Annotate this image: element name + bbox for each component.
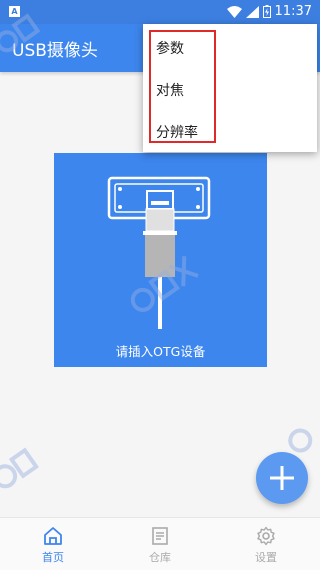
usb-plug-icon	[107, 176, 211, 329]
otg-placeholder-card: 请插入OTG设备	[54, 153, 267, 367]
nav-item-warehouse[interactable]: 仓库	[107, 518, 213, 570]
nav-label-warehouse: 仓库	[149, 551, 171, 564]
watermark	[0, 440, 49, 506]
otg-prompt-text: 请插入OTG设备	[115, 344, 206, 359]
bottom-nav: 首页 仓库 设置	[0, 517, 320, 570]
plus-icon	[270, 466, 294, 490]
signal-icon	[245, 5, 259, 18]
nav-label-settings: 设置	[255, 551, 277, 564]
nav-label-home: 首页	[42, 551, 64, 564]
status-time: 11:37	[274, 4, 312, 19]
add-device-button[interactable]	[256, 452, 308, 504]
wifi-icon	[226, 5, 242, 18]
app-title: USB摄像头	[12, 41, 98, 61]
nav-item-settings[interactable]: 设置	[213, 518, 319, 570]
menu-item-focus[interactable]: 对焦	[156, 80, 184, 100]
file-list-icon	[152, 527, 168, 545]
menu-item-params[interactable]: 参数	[156, 38, 184, 58]
nav-item-home[interactable]: 首页	[0, 518, 106, 570]
battery-charging-icon	[262, 5, 271, 18]
gear-icon	[257, 526, 275, 546]
notification-icon: A	[9, 6, 20, 17]
menu-item-resolution[interactable]: 分辨率	[156, 122, 198, 142]
status-bar: A 11:37	[0, 0, 320, 24]
home-icon	[44, 527, 62, 545]
overflow-menu: 参数 对焦 分辨率	[143, 24, 317, 152]
